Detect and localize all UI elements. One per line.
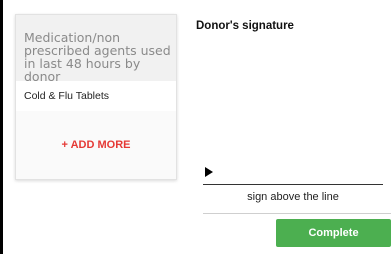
divider: [203, 213, 391, 214]
signature-pad[interactable]: [196, 40, 384, 180]
medications-card-title: Medication/non prescribed agents used in…: [24, 30, 171, 84]
medication-item-label: Cold & Flu Tablets: [24, 90, 110, 102]
signature-line: [203, 184, 383, 185]
add-more-button[interactable]: + ADD MORE: [16, 111, 176, 179]
signature-hint: sign above the line: [247, 191, 339, 203]
medications-card: Medication/non prescribed agents used in…: [15, 14, 177, 180]
signature-start-arrow-icon: [205, 167, 213, 177]
signature-title: Donor's signature: [196, 20, 294, 32]
medications-card-header: Medication/non prescribed agents used in…: [16, 15, 176, 84]
donor-form-panel: Medication/non prescribed agents used in…: [3, 0, 391, 254]
complete-button[interactable]: Complete: [276, 219, 391, 247]
medication-list-item[interactable]: Cold & Flu Tablets: [16, 81, 176, 112]
